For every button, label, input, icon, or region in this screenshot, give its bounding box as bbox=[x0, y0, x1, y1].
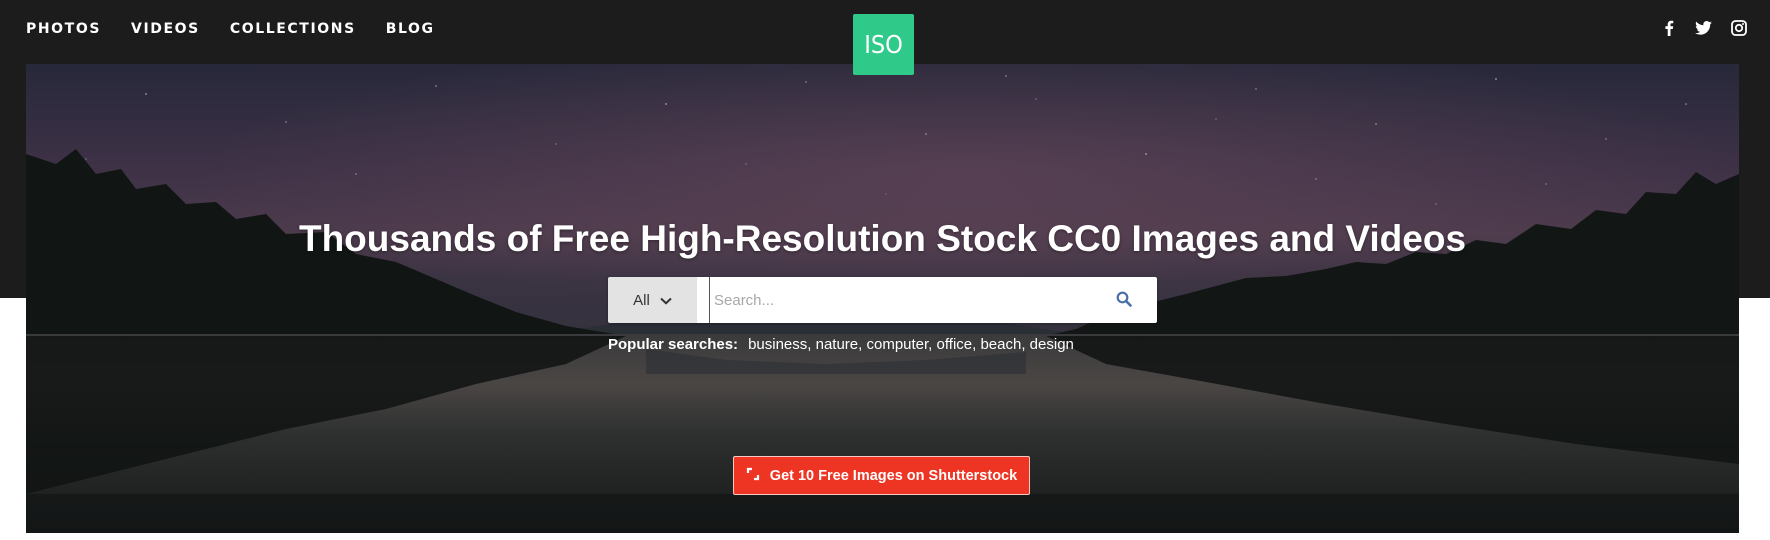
hero-banner: Thousands of Free High-Resolution Stock … bbox=[26, 64, 1739, 533]
site-logo[interactable]: ISO bbox=[853, 14, 914, 75]
popular-term-computer[interactable]: computer, bbox=[866, 336, 936, 353]
popular-term-business[interactable]: business, bbox=[748, 336, 816, 353]
popular-searches-label: Popular searches: bbox=[608, 336, 739, 353]
search-bar: All bbox=[608, 277, 1157, 323]
shutterstock-cta-label: Get 10 Free Images on Shutterstock bbox=[769, 467, 1018, 484]
search-field bbox=[697, 277, 1157, 323]
popular-term-beach[interactable]: beach, bbox=[980, 336, 1029, 353]
popular-searches: Popular searches: business, nature, comp… bbox=[608, 336, 1074, 353]
popular-searches-terms: business, nature, computer, office, beac… bbox=[748, 336, 1074, 353]
popular-term-nature[interactable]: nature, bbox=[816, 336, 867, 353]
shutterstock-cta-button[interactable]: Get 10 Free Images on Shutterstock bbox=[733, 456, 1030, 495]
shutterstock-logo-icon bbox=[746, 467, 760, 485]
twitter-icon[interactable] bbox=[1694, 18, 1713, 38]
popular-term-design[interactable]: design bbox=[1030, 336, 1074, 353]
search-category-label: All bbox=[633, 291, 650, 309]
popular-term-office[interactable]: office, bbox=[937, 336, 981, 353]
facebook-icon[interactable] bbox=[1659, 18, 1678, 38]
search-icon[interactable] bbox=[1113, 288, 1135, 310]
hero-headline: Thousands of Free High-Resolution Stock … bbox=[298, 217, 1467, 259]
social-links bbox=[1659, 18, 1748, 38]
nav-videos[interactable]: VIDEOS bbox=[131, 19, 200, 39]
nav-photos[interactable]: PHOTOS bbox=[26, 19, 101, 39]
chevron-down-icon bbox=[660, 292, 672, 309]
nav-blog[interactable]: BLOG bbox=[386, 19, 435, 39]
search-input[interactable] bbox=[709, 277, 1109, 323]
nav-collections[interactable]: COLLECTIONS bbox=[230, 19, 356, 39]
instagram-icon[interactable] bbox=[1729, 18, 1748, 38]
main-nav: PHOTOS VIDEOS COLLECTIONS BLOG bbox=[26, 19, 435, 39]
search-category-dropdown[interactable]: All bbox=[608, 277, 697, 323]
